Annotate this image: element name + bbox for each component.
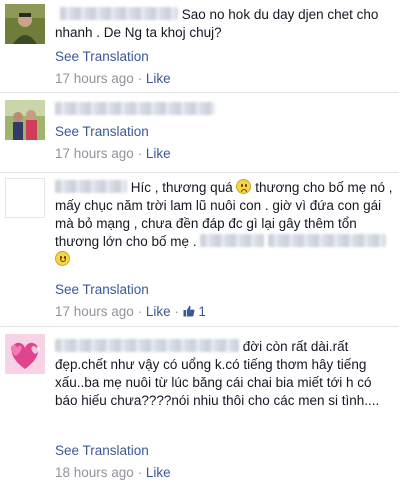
avatar[interactable] xyxy=(5,178,45,218)
author-name[interactable] xyxy=(55,180,127,193)
comment-body: đời còn rất dài.rất đẹp.chết như vậy có … xyxy=(55,338,394,410)
timestamp[interactable]: 17 hours ago xyxy=(55,71,134,86)
timestamp[interactable]: 17 hours ago xyxy=(55,146,134,161)
comment-actions: See Translation 17 hours ago · Like · 1 xyxy=(55,281,394,321)
comment-4: đời còn rất dài.rất đẹp.chết như vậy có … xyxy=(0,330,398,487)
comment-feed: Sao no hok du day djen chet cho nhanh . … xyxy=(0,0,403,487)
comment-actions: See Translation 18 hours ago · Like xyxy=(55,442,394,482)
timestamp[interactable]: 17 hours ago xyxy=(55,304,134,319)
like-link[interactable]: Like xyxy=(146,71,171,86)
author-name[interactable] xyxy=(55,339,239,352)
meta-separator: · xyxy=(133,146,146,161)
author-name[interactable] xyxy=(55,102,215,115)
sad-emoji-icon xyxy=(236,179,252,194)
avatar[interactable] xyxy=(5,4,45,44)
see-translation-link[interactable]: See Translation xyxy=(55,123,394,141)
comment-1: Sao no hok du day djen chet cho nhanh . … xyxy=(0,0,398,96)
see-translation-link[interactable]: See Translation xyxy=(55,281,394,299)
like-link[interactable]: Like xyxy=(146,465,171,480)
comment-body xyxy=(55,101,394,119)
comment-meta: 17 hours ago · Like xyxy=(55,70,394,88)
avatar-blank-icon xyxy=(6,179,44,217)
author-name[interactable] xyxy=(60,7,178,20)
avatar[interactable] xyxy=(5,100,45,140)
see-translation-link[interactable]: See Translation xyxy=(55,48,394,66)
comment-meta: 18 hours ago · Like xyxy=(55,464,394,482)
comment-text-a: Híc , thương quá xyxy=(130,180,233,195)
like-thumb-icon xyxy=(183,305,195,317)
meta-separator: · xyxy=(170,304,183,319)
tagged-name[interactable] xyxy=(268,234,387,247)
divider xyxy=(0,172,399,173)
comment-meta: 17 hours ago · Like · 1 xyxy=(55,303,394,321)
smile-emoji-icon xyxy=(55,251,70,266)
comment-2: See Translation 17 hours ago · Like xyxy=(0,96,398,172)
meta-separator: · xyxy=(133,465,146,480)
comment-actions: See Translation 17 hours ago · Like xyxy=(55,123,394,163)
timestamp[interactable]: 18 hours ago xyxy=(55,465,134,480)
like-count-number: 1 xyxy=(198,304,206,319)
comment-meta: 17 hours ago · Like xyxy=(55,145,394,163)
comment-3: Híc , thương quá thương cho bố mẹ nó , m… xyxy=(0,174,398,326)
comment-body: Híc , thương quá thương cho bố mẹ nó , m… xyxy=(55,179,394,269)
divider xyxy=(0,326,399,327)
like-link[interactable]: Like xyxy=(146,146,171,161)
avatar-man-icon xyxy=(5,4,45,44)
see-translation-link[interactable]: See Translation xyxy=(55,442,394,460)
avatar-couple-icon xyxy=(5,100,45,140)
meta-separator: · xyxy=(133,304,146,319)
like-link[interactable]: Like xyxy=(146,304,171,319)
comment-actions: See Translation 17 hours ago · Like xyxy=(55,48,394,88)
avatar-hearts-icon xyxy=(5,334,45,374)
meta-separator: · xyxy=(133,71,146,86)
like-count[interactable]: 1 xyxy=(183,304,206,319)
avatar[interactable] xyxy=(5,334,45,374)
tagged-name[interactable] xyxy=(200,234,265,247)
divider xyxy=(0,92,399,93)
